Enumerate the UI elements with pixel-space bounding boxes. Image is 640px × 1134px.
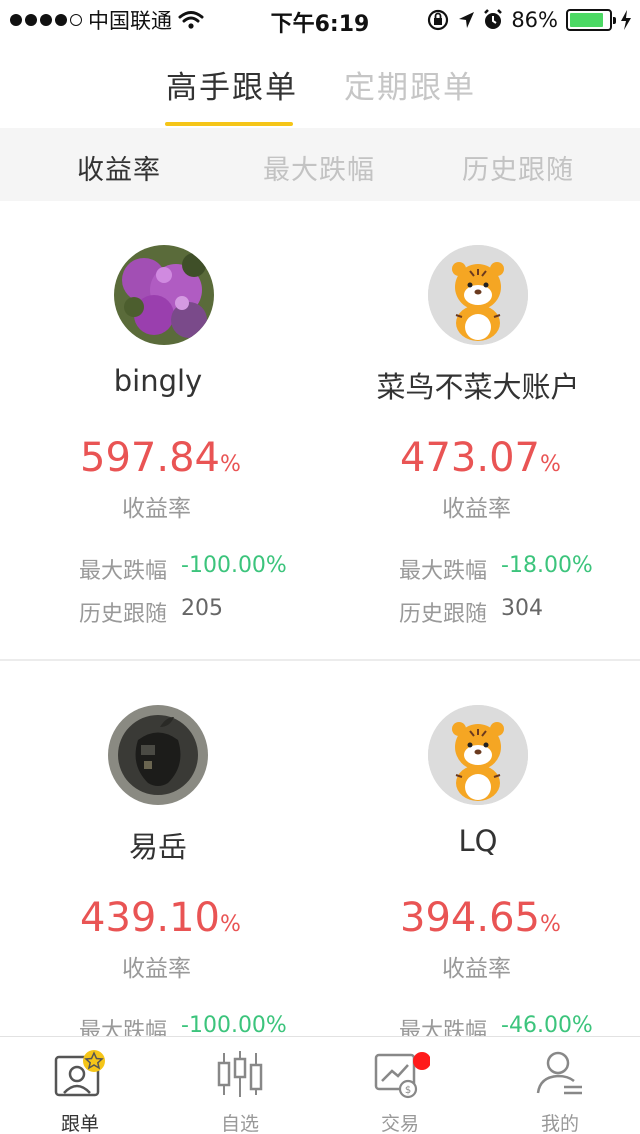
sort-bar: 收益率 最大跌幅 历史跟随 bbox=[0, 128, 640, 201]
trader-name: LQ bbox=[458, 824, 498, 858]
tab-label: 跟单 bbox=[60, 1113, 99, 1134]
trader-name: 菜鸟不菜大账户 bbox=[376, 370, 580, 404]
avatar[interactable] bbox=[428, 705, 528, 805]
drawdown-row: 最大跌幅 -100.00% bbox=[79, 553, 287, 585]
tab-scheduled-follow[interactable]: 定期跟单 bbox=[344, 62, 476, 107]
flower-photo-icon bbox=[114, 245, 214, 345]
battery-percent: 86% bbox=[511, 8, 558, 32]
bottom-tab-bar: 跟单 自选 $ 交易 我的 bbox=[0, 1036, 640, 1134]
return-label: 收益率 bbox=[442, 956, 511, 982]
return-unit: % bbox=[219, 452, 241, 477]
sort-by-return[interactable]: 收益率 bbox=[77, 148, 161, 187]
drawdown-label: 最大跌幅 bbox=[79, 1019, 168, 1036]
return-value: 439.10 bbox=[80, 895, 220, 941]
avatar[interactable] bbox=[108, 705, 208, 805]
avatar[interactable] bbox=[428, 245, 528, 345]
return-label: 收益率 bbox=[122, 956, 191, 982]
trade-icon: $ bbox=[374, 1052, 430, 1099]
apple-photo-icon bbox=[108, 705, 208, 805]
charging-icon bbox=[621, 10, 631, 30]
followers-row: 历史跟随 304 bbox=[399, 596, 543, 628]
svg-text:$: $ bbox=[405, 1085, 411, 1096]
alarm-icon bbox=[484, 9, 503, 29]
tab-profile[interactable]: 我的 bbox=[480, 1037, 640, 1134]
notification-badge bbox=[413, 1052, 430, 1070]
trader-card[interactable]: 易岳 439.10% 收益率 最大跌幅 -100.00% bbox=[0, 661, 320, 1036]
drawdown-value: -46.00% bbox=[501, 1013, 593, 1036]
active-tab-indicator bbox=[165, 122, 293, 126]
trader-card[interactable]: bingly 597.84% 收益率 最大跌幅 -100.00% 历史跟随 20… bbox=[0, 201, 320, 661]
drawdown-value: -18.00% bbox=[501, 553, 593, 578]
status-bar-right: 86% bbox=[427, 6, 632, 34]
tab-label: 我的 bbox=[540, 1113, 579, 1134]
followers-row: 历史跟随 205 bbox=[79, 596, 223, 628]
sort-by-max-drawdown[interactable]: 最大跌幅 bbox=[263, 148, 375, 187]
tab-label: 交易 bbox=[380, 1113, 419, 1134]
profile-icon bbox=[536, 1051, 582, 1095]
battery-icon bbox=[566, 9, 616, 31]
followers-value: 304 bbox=[501, 596, 544, 621]
return-value: 597.84 bbox=[80, 435, 220, 481]
return-unit: % bbox=[219, 912, 241, 937]
tab-trade[interactable]: $ 交易 bbox=[320, 1037, 480, 1134]
return-rate: 473.07% bbox=[400, 435, 561, 481]
drawdown-value: -100.00% bbox=[181, 1013, 287, 1036]
top-tab-bar: 高手跟单 定期跟单 bbox=[0, 40, 640, 128]
return-value: 473.07 bbox=[400, 435, 540, 481]
trader-name: bingly bbox=[113, 364, 203, 398]
followers-label: 历史跟随 bbox=[399, 602, 488, 627]
return-rate: 439.10% bbox=[80, 895, 241, 941]
return-label: 收益率 bbox=[122, 496, 191, 522]
followers-label: 历史跟随 bbox=[79, 602, 168, 627]
drawdown-label: 最大跌幅 bbox=[399, 559, 488, 584]
location-arrow-icon bbox=[459, 12, 475, 28]
trader-card[interactable]: 菜鸟不菜大账户 473.07% 收益率 最大跌幅 -18.00% 历史跟随 30… bbox=[320, 201, 640, 661]
avatar[interactable] bbox=[114, 245, 214, 345]
trader-name: 易岳 bbox=[128, 830, 187, 864]
tab-follow[interactable]: 跟单 bbox=[0, 1037, 160, 1134]
trader-card[interactable]: LQ 394.65% 收益率 最大跌幅 -46.00% bbox=[320, 661, 640, 1036]
tab-label: 自选 bbox=[220, 1113, 259, 1134]
drawdown-row: 最大跌幅 -100.00% bbox=[79, 1013, 287, 1036]
return-unit: % bbox=[539, 912, 561, 937]
followers-value: 205 bbox=[181, 596, 224, 621]
return-unit: % bbox=[539, 452, 561, 477]
tab-watchlist[interactable]: 自选 bbox=[160, 1037, 320, 1134]
orientation-lock-icon bbox=[428, 9, 449, 31]
return-rate: 394.65% bbox=[400, 895, 561, 941]
drawdown-label: 最大跌幅 bbox=[399, 1019, 488, 1036]
return-rate: 597.84% bbox=[80, 435, 241, 481]
sort-by-followers[interactable]: 历史跟随 bbox=[462, 148, 574, 187]
status-bar: 中国联通 下午6:19 86% bbox=[0, 0, 640, 40]
return-value: 394.65 bbox=[400, 895, 540, 941]
drawdown-row: 最大跌幅 -18.00% bbox=[399, 553, 593, 585]
tiger-avatar-icon bbox=[428, 245, 528, 345]
return-label: 收益率 bbox=[442, 496, 511, 522]
tab-expert-follow[interactable]: 高手跟单 bbox=[166, 62, 298, 107]
drawdown-label: 最大跌幅 bbox=[79, 559, 168, 584]
tiger-avatar-icon bbox=[428, 705, 528, 805]
drawdown-row: 最大跌幅 -46.00% bbox=[399, 1013, 593, 1036]
follow-icon bbox=[54, 1050, 105, 1097]
trader-grid: bingly 597.84% 收益率 最大跌幅 -100.00% 历史跟随 20… bbox=[0, 201, 640, 1036]
drawdown-value: -100.00% bbox=[181, 553, 287, 578]
candlestick-icon bbox=[217, 1051, 263, 1097]
